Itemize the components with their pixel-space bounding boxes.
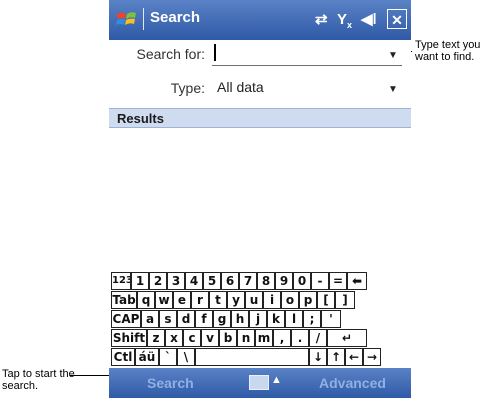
- type-dropdown-icon[interactable]: ▼: [388, 84, 398, 95]
- key-shift[interactable]: Shift: [111, 329, 147, 347]
- type-label: Type:: [170, 80, 205, 96]
- key-0[interactable]: 0: [293, 272, 311, 290]
- title-bar: Search ⇄ Yx ◀ǀ ✕: [109, 0, 411, 40]
- search-for-label: Search for:: [136, 46, 205, 62]
- key-p[interactable]: p: [299, 291, 317, 309]
- key-c[interactable]: c: [183, 329, 201, 347]
- key-e[interactable]: e: [173, 291, 191, 309]
- keyboard-row-bottom: Ctl áü ` \ ↓ ↑ ← →: [109, 348, 411, 367]
- keyboard-row-numbers: 123 1 2 3 4 5 6 7 8 9 0 - = ⬅: [109, 272, 411, 291]
- results-list[interactable]: [109, 128, 411, 271]
- key-down-arrow[interactable]: ↓: [309, 348, 327, 366]
- type-select[interactable]: All data: [217, 79, 264, 95]
- key-period[interactable]: .: [291, 329, 309, 347]
- key-8[interactable]: 8: [257, 272, 275, 290]
- key-b[interactable]: b: [219, 329, 237, 347]
- close-button[interactable]: ✕: [387, 9, 407, 29]
- callout-tap-search: Tap to start the search.: [2, 368, 75, 392]
- key-k[interactable]: k: [267, 310, 285, 328]
- title-separator: [143, 8, 144, 30]
- connectivity-icon[interactable]: ⇄: [315, 10, 328, 30]
- key-123[interactable]: 123: [111, 272, 131, 290]
- keyboard-row-qwerty: Tab q w e r t y u i o p [ ]: [109, 291, 411, 310]
- key-u[interactable]: u: [245, 291, 263, 309]
- key-backspace[interactable]: ⬅: [347, 272, 367, 290]
- key-o[interactable]: o: [281, 291, 299, 309]
- key-z[interactable]: z: [147, 329, 165, 347]
- key-tab[interactable]: Tab: [111, 291, 137, 309]
- key-w[interactable]: w: [155, 291, 173, 309]
- key-international[interactable]: áü: [135, 348, 159, 366]
- key-g[interactable]: g: [213, 310, 231, 328]
- results-header: Results: [109, 108, 411, 128]
- callout-line-left: [70, 375, 110, 376]
- callout-type-text: Type text you want to find.: [415, 39, 481, 63]
- key-6[interactable]: 6: [221, 272, 239, 290]
- key-d[interactable]: d: [177, 310, 195, 328]
- advanced-softkey[interactable]: Advanced: [319, 375, 386, 391]
- keyboard-icon[interactable]: [249, 375, 269, 390]
- key-equals[interactable]: =: [329, 272, 347, 290]
- key-right-arrow[interactable]: →: [363, 348, 381, 366]
- key-s[interactable]: s: [159, 310, 177, 328]
- key-right-bracket[interactable]: ]: [335, 291, 355, 309]
- key-minus[interactable]: -: [311, 272, 329, 290]
- key-ctl[interactable]: Ctl: [111, 348, 135, 366]
- app-title: Search: [150, 9, 201, 26]
- key-v[interactable]: v: [201, 329, 219, 347]
- key-h[interactable]: h: [231, 310, 249, 328]
- key-i[interactable]: i: [263, 291, 281, 309]
- keyboard-row-shift: Shift z x c v b n m , . / ↵: [109, 329, 411, 348]
- keyboard-row-home: CAP a s d f g h j k l ; ': [109, 310, 411, 329]
- device-screen: Search ⇄ Yx ◀ǀ ✕ Search for: ▼ Type: All…: [109, 0, 411, 398]
- key-backtick[interactable]: `: [159, 348, 177, 366]
- key-left-arrow[interactable]: ←: [345, 348, 363, 366]
- menu-bar: Search ▲ Advanced: [109, 368, 411, 398]
- key-caps[interactable]: CAP: [111, 310, 141, 328]
- search-input[interactable]: [212, 44, 402, 64]
- key-7[interactable]: 7: [239, 272, 257, 290]
- key-backslash[interactable]: \: [177, 348, 195, 366]
- key-2[interactable]: 2: [149, 272, 167, 290]
- key-comma[interactable]: ,: [273, 329, 291, 347]
- key-n[interactable]: n: [237, 329, 255, 347]
- key-apostrophe[interactable]: ': [321, 310, 341, 328]
- search-input-underline: [212, 65, 402, 66]
- key-4[interactable]: 4: [185, 272, 203, 290]
- key-x[interactable]: x: [165, 329, 183, 347]
- windows-start-icon[interactable]: [115, 8, 139, 32]
- key-t[interactable]: t: [209, 291, 227, 309]
- key-slash[interactable]: /: [309, 329, 327, 347]
- key-enter[interactable]: ↵: [327, 329, 367, 347]
- search-history-dropdown-icon[interactable]: ▼: [388, 50, 398, 61]
- key-m[interactable]: m: [255, 329, 273, 347]
- key-9[interactable]: 9: [275, 272, 293, 290]
- key-j[interactable]: j: [249, 310, 267, 328]
- key-q[interactable]: q: [137, 291, 155, 309]
- volume-icon[interactable]: ◀ǀ: [361, 10, 377, 30]
- key-a[interactable]: a: [141, 310, 159, 328]
- input-panel-arrow-icon[interactable]: ▲: [271, 374, 282, 386]
- key-5[interactable]: 5: [203, 272, 221, 290]
- key-r[interactable]: r: [191, 291, 209, 309]
- soft-keyboard: 123 1 2 3 4 5 6 7 8 9 0 - = ⬅ Tab q w e …: [109, 272, 411, 367]
- signal-icon[interactable]: Yx: [337, 10, 352, 35]
- key-left-bracket[interactable]: [: [317, 291, 335, 309]
- search-softkey[interactable]: Search: [147, 375, 194, 391]
- key-up-arrow[interactable]: ↑: [327, 348, 345, 366]
- key-3[interactable]: 3: [167, 272, 185, 290]
- key-l[interactable]: l: [285, 310, 303, 328]
- key-y[interactable]: y: [227, 291, 245, 309]
- key-space[interactable]: [195, 348, 309, 366]
- key-f[interactable]: f: [195, 310, 213, 328]
- key-1[interactable]: 1: [131, 272, 149, 290]
- key-semicolon[interactable]: ;: [303, 310, 321, 328]
